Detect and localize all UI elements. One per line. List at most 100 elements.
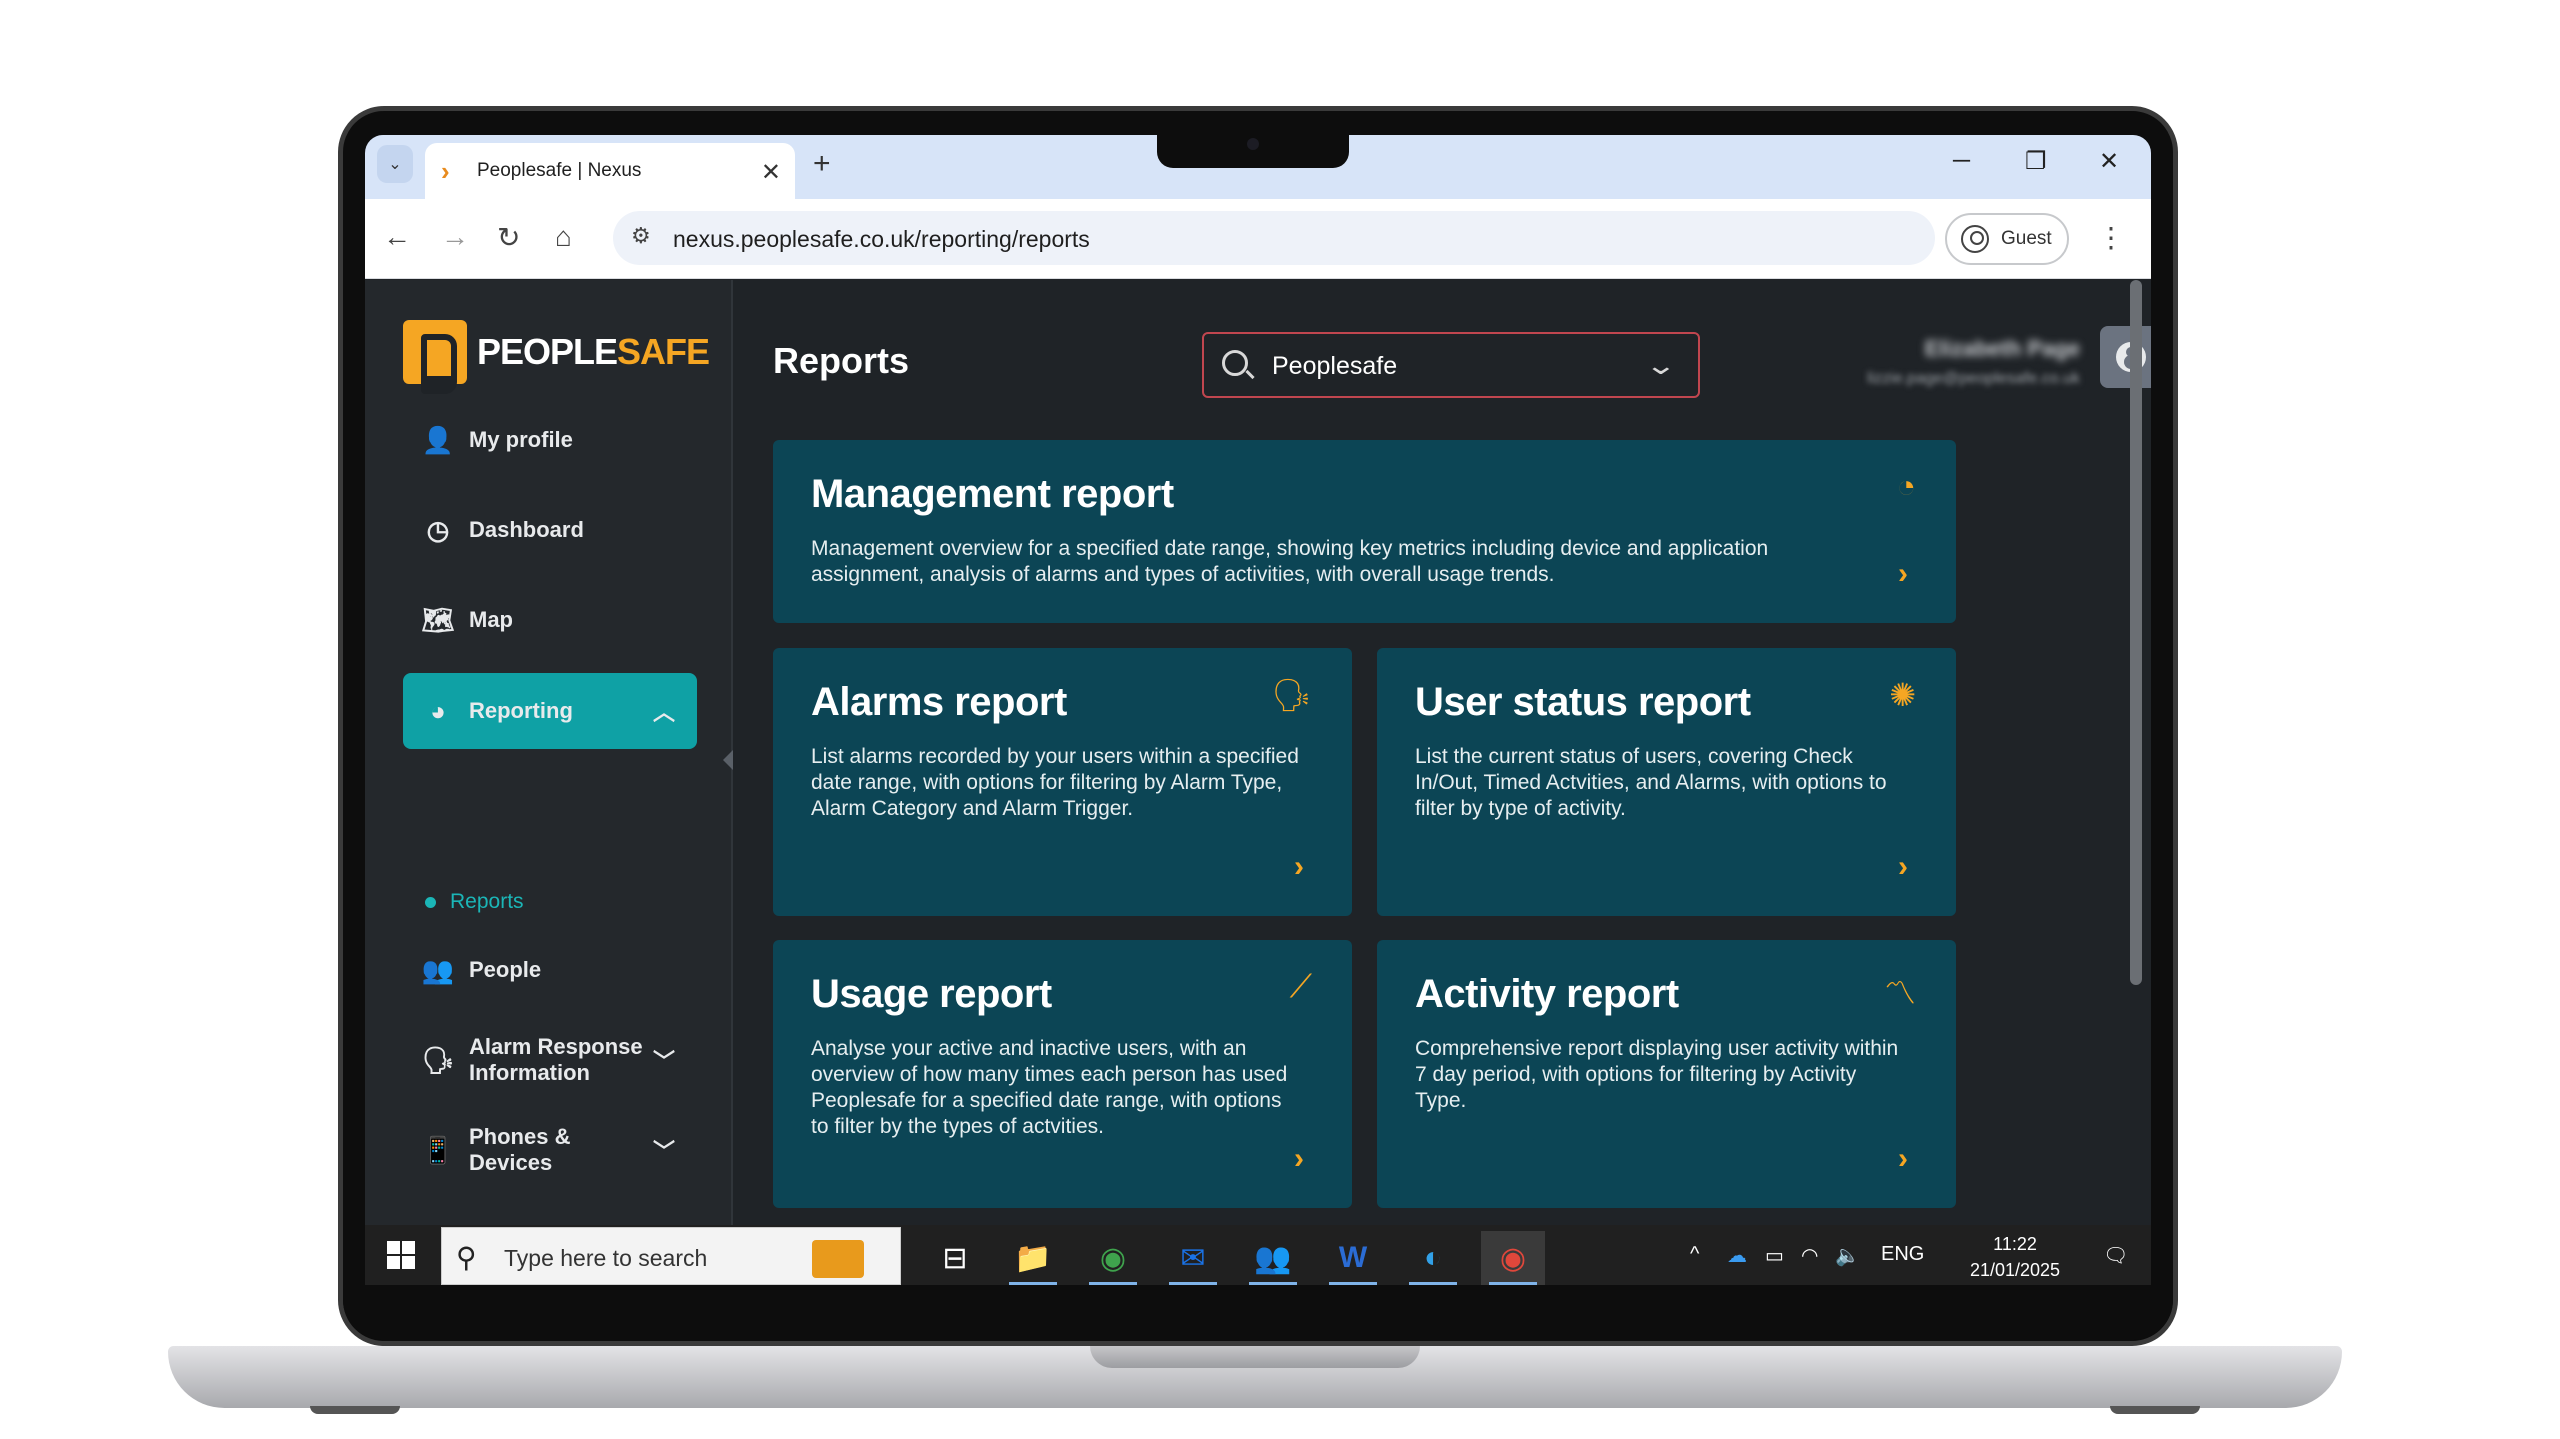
tab-title: Peoplesafe | Nexus: [477, 160, 642, 181]
chrome-glyph: ◉: [1099, 1241, 1127, 1275]
pie-chart-icon: ◕: [430, 695, 446, 726]
report-card-activity[interactable]: Activity report Comprehensive report dis…: [1377, 940, 1956, 1208]
address-bar[interactable]: ⚙ nexus.peoplesafe.co.uk/reporting/repor…: [613, 211, 1935, 265]
logo-mark-icon: [403, 320, 467, 394]
report-card-user-status[interactable]: User status report List the current stat…: [1377, 648, 1956, 916]
logo-wordmark: PEOPLESAFE: [477, 331, 710, 373]
sidebar-item-my-profile[interactable]: 👤 My profile: [403, 402, 697, 478]
chevron-right-icon[interactable]: ›: [1294, 850, 1304, 884]
alarm-user-icon: 🗣: [421, 1044, 455, 1075]
laptop-foot-right: [2110, 1406, 2200, 1414]
word-glyph: W: [1338, 1241, 1368, 1274]
sidebar-item-map[interactable]: 🗺 Map: [403, 582, 697, 658]
peoplesafe-favicon-icon: ›: [441, 156, 450, 186]
search-icon: [1222, 350, 1248, 376]
windows-taskbar: ⚲ Type here to search ⊟ 📁 ◉ ✉ 👥 W ◐ ◉ ^ …: [365, 1225, 2151, 1285]
browser-tab-active[interactable]: › Peoplesafe | Nexus ✕: [425, 143, 795, 199]
sidebar-collapse-handle[interactable]: [723, 750, 733, 770]
tab-close-icon[interactable]: ✕: [761, 158, 781, 187]
camera-notch: [1157, 128, 1349, 168]
report-card-usage[interactable]: Usage report Analyse your active and ina…: [773, 940, 1352, 1208]
chart-circle-icon: ◔: [1896, 468, 1916, 504]
sidebar-item-label: Reporting: [469, 698, 573, 723]
teams-icon[interactable]: 👥: [1241, 1231, 1305, 1285]
home-button[interactable]: ⌂: [555, 221, 572, 253]
taskbar-search-box[interactable]: ⚲ Type here to search: [441, 1227, 901, 1285]
active-dot-icon: [425, 896, 436, 908]
organisation-select[interactable]: Peoplesafe ⌄: [1202, 332, 1700, 398]
chevron-right-icon[interactable]: ›: [1898, 850, 1908, 884]
battery-icon[interactable]: ▭: [1765, 1243, 1784, 1268]
chevron-down-icon[interactable]: ﹀: [653, 1044, 675, 1076]
chrome-icon[interactable]: ◉: [1081, 1231, 1145, 1285]
report-card-management[interactable]: Management report Management overview fo…: [773, 440, 1956, 623]
user-avatar-button[interactable]: [2100, 326, 2151, 388]
word-icon[interactable]: W: [1321, 1231, 1385, 1285]
chevron-right-icon[interactable]: ›: [1294, 1142, 1304, 1176]
taskbar-search-placeholder: Type here to search: [504, 1245, 708, 1271]
report-card-alarms[interactable]: Alarms report List alarms recorded by yo…: [773, 648, 1352, 916]
organisation-select-value: Peoplesafe: [1272, 352, 1398, 380]
edge-icon[interactable]: ◐: [1401, 1231, 1465, 1285]
reload-button[interactable]: ↻: [497, 221, 520, 254]
camera-icon: [1247, 138, 1259, 150]
task-view-icon[interactable]: ⊟: [923, 1231, 987, 1285]
profile-label: Guest: [2001, 228, 2052, 249]
laptop-bezel-bottom: [343, 1285, 2173, 1340]
outlook-icon[interactable]: ✉: [1161, 1231, 1225, 1285]
sidebar-item-alarm-response[interactable]: 🗣 Alarm Response Information ﹀: [403, 1022, 697, 1098]
report-card-description: Comprehensive report displaying user act…: [1415, 1037, 1899, 1112]
chevron-down-icon[interactable]: ﹀: [653, 1134, 675, 1166]
file-explorer-glyph: 📁: [1014, 1241, 1052, 1275]
teams-glyph: 👥: [1254, 1241, 1292, 1275]
outlook-glyph: ✉: [1180, 1241, 1206, 1275]
chevron-right-icon[interactable]: ›: [1898, 1142, 1908, 1176]
sidebar-item-reporting[interactable]: ◕ Reporting ︿: [403, 673, 697, 749]
laptop-foot-left: [310, 1406, 400, 1414]
profile-button[interactable]: Guest: [1945, 213, 2069, 265]
sidebar-item-dashboard[interactable]: ◷ Dashboard: [403, 492, 697, 568]
windows-start-icon[interactable]: [387, 1241, 415, 1269]
report-card-title: User status report: [1415, 680, 1751, 724]
close-window-button[interactable]: ✕: [2099, 147, 2119, 176]
volume-icon[interactable]: 🔈: [1835, 1243, 1860, 1268]
back-button[interactable]: ←: [383, 221, 411, 253]
address-url[interactable]: nexus.peoplesafe.co.uk/reporting/reports: [673, 226, 1090, 253]
language-indicator[interactable]: ENG: [1881, 1243, 1924, 1266]
laptop-base-notch: [1090, 1346, 1420, 1368]
screen: ⌄ › Peoplesafe | Nexus ✕ + ─ ❐ ✕ ← → ↻ ⌂…: [365, 135, 2151, 1285]
file-explorer-icon[interactable]: 📁: [1001, 1231, 1065, 1285]
chrome-active-icon[interactable]: ◉: [1481, 1231, 1545, 1285]
tab-search-button[interactable]: ⌄: [377, 145, 413, 183]
taskbar-clock[interactable]: 11:22 21/01/2025: [1955, 1231, 2075, 1283]
sidebar-item-phones-devices[interactable]: 📱 Phones & Devices ﹀: [403, 1112, 697, 1188]
logo-word-safe: SAFE: [617, 331, 710, 372]
device-icon: 📱: [421, 1134, 455, 1165]
gauge-icon: ◷: [426, 514, 450, 545]
chevron-up-icon[interactable]: ︿: [653, 695, 675, 727]
app-main: PEOPLESAFE 👤 My profile ◷ Dashboard 🗺 Ma…: [365, 280, 2151, 1225]
report-card-title: Activity report: [1415, 972, 1679, 1016]
tray-chevron-icon[interactable]: ^: [1690, 1243, 1699, 1266]
browser-menu-button[interactable]: ⋮: [2097, 221, 2125, 254]
new-tab-button[interactable]: +: [813, 147, 831, 181]
clock-time: 11:22: [1993, 1234, 2037, 1254]
peoplesafe-logo[interactable]: PEOPLESAFE: [403, 320, 710, 394]
restore-button[interactable]: ❐: [2025, 147, 2047, 176]
chevron-right-icon[interactable]: ›: [1898, 557, 1908, 591]
wifi-icon[interactable]: ◠: [1801, 1243, 1818, 1268]
page-title: Reports: [773, 340, 910, 381]
onedrive-icon[interactable]: ☁: [1727, 1243, 1747, 1268]
notifications-icon[interactable]: 🗨: [2103, 1243, 2128, 1268]
site-info-icon[interactable]: ⚙: [631, 223, 651, 249]
sidebar-item-people[interactable]: 👥 People: [403, 932, 697, 1008]
sidebar: PEOPLESAFE 👤 My profile ◷ Dashboard 🗺 Ma…: [365, 280, 733, 1225]
sidebar-item-label: Alarm Response Information: [469, 1034, 643, 1085]
sidebar-subitem-reports[interactable]: Reports: [425, 890, 524, 914]
report-card-description: List the current status of users, coveri…: [1415, 745, 1887, 820]
report-card-title: Management report: [811, 472, 1174, 516]
forward-button[interactable]: →: [441, 221, 469, 253]
page-scrollbar[interactable]: [2130, 280, 2142, 985]
chevron-down-icon: ⌄: [1644, 350, 1678, 380]
minimize-button[interactable]: ─: [1953, 147, 1970, 175]
